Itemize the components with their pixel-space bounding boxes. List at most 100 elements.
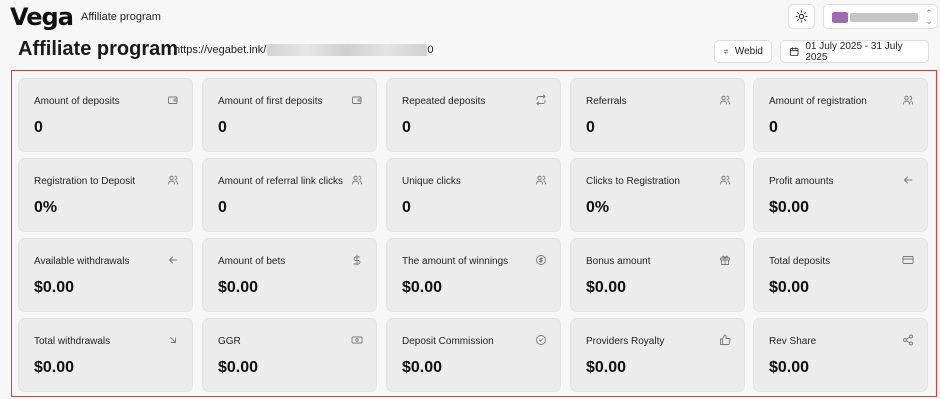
- stat-card-value: $0.00: [34, 359, 75, 376]
- stat-card-label: Unique clicks: [402, 176, 461, 187]
- users-icon: [719, 173, 731, 185]
- referral-link-redacted: [267, 44, 428, 56]
- referral-link-prefix: https://vegabet.ink/: [174, 44, 267, 56]
- stat-card-value: 0: [402, 199, 411, 216]
- stat-card: Profit amounts $0.00: [753, 158, 928, 232]
- referral-link-suffix: 0: [427, 44, 434, 56]
- stat-card-label: Total deposits: [769, 256, 831, 267]
- vega-logo[interactable]: Vega: [10, 3, 74, 31]
- stat-card-value: 0%: [586, 199, 610, 216]
- stat-card-value: 0: [218, 119, 227, 136]
- top-bar: Vega Affiliate program ⌃ ⌄: [0, 0, 940, 36]
- thumbs-up-icon: [719, 333, 731, 345]
- stat-card: Amount of registration 0: [753, 78, 928, 152]
- date-range-button[interactable]: 01 July 2025 - 31 July 2025: [780, 40, 929, 63]
- users-icon: [167, 173, 179, 185]
- arrow-left-icon: [902, 173, 914, 185]
- stat-card-value: 0: [34, 119, 43, 136]
- stat-card-value: $0.00: [402, 279, 443, 296]
- stat-card-label: Amount of registration: [769, 96, 867, 107]
- stat-card-label: Providers Royalty: [586, 336, 665, 347]
- stat-card-label: Registration to Deposit: [34, 176, 136, 187]
- share-icon: [902, 333, 914, 346]
- stat-card: Rev Share $0.00: [753, 318, 928, 392]
- stat-card-value: $0.00: [769, 279, 810, 296]
- stat-card: Providers Royalty $0.00: [570, 318, 745, 392]
- dollar-icon: [351, 253, 363, 266]
- stat-card-value: 0: [402, 119, 411, 136]
- stat-card: Total withdrawals $0.00: [18, 318, 193, 392]
- banknote-icon: [351, 333, 363, 345]
- badge-check-icon: [535, 333, 547, 345]
- stat-card-label: Bonus amount: [586, 256, 651, 267]
- stat-card: Registration to Deposit 0%: [18, 158, 193, 232]
- stat-card-value: $0.00: [218, 279, 259, 296]
- stat-card: GGR $0.00: [202, 318, 377, 392]
- webid-filter-button[interactable]: Webid: [714, 40, 772, 63]
- stat-card-label: The amount of winnings: [402, 256, 509, 267]
- users-icon: [719, 93, 731, 105]
- dollar-circle-icon: [535, 253, 547, 265]
- stat-card-value: $0.00: [218, 359, 259, 376]
- stat-card-label: Amount of bets: [218, 256, 286, 267]
- sliders-icon: [723, 49, 729, 54]
- stat-card-value: $0.00: [34, 279, 75, 296]
- users-icon: [902, 93, 914, 105]
- stat-card-value: $0.00: [586, 359, 627, 376]
- stat-card-label: Amount of referral link clicks: [218, 176, 344, 187]
- stat-card-value: 0: [218, 199, 227, 216]
- stat-card: Bonus amount $0.00: [570, 238, 745, 312]
- stat-card-value: $0.00: [769, 359, 810, 376]
- stat-card-label: Amount of deposits: [34, 96, 120, 107]
- stat-card: Amount of referral link clicks 0: [202, 158, 377, 232]
- stat-card: Unique clicks 0: [386, 158, 561, 232]
- stat-card-value: $0.00: [586, 279, 627, 296]
- stat-card-label: Profit amounts: [769, 176, 834, 187]
- stat-card-label: Available withdrawals: [34, 256, 130, 267]
- stat-card: Available withdrawals $0.00: [18, 238, 193, 312]
- stat-card: Amount of deposits 0: [18, 78, 193, 152]
- stat-card-label: Rev Share: [769, 336, 817, 347]
- webid-label: Webid: [734, 46, 763, 57]
- avatar: [832, 12, 848, 23]
- card-icon: [902, 253, 914, 265]
- date-range-label: 01 July 2025 - 31 July 2025: [805, 40, 903, 63]
- stat-card: Deposit Commission $0.00: [386, 318, 561, 392]
- stat-card-label: Clicks to Registration: [586, 176, 680, 187]
- sun-icon: [795, 10, 808, 23]
- users-icon: [351, 173, 363, 185]
- account-name-redacted: [850, 13, 918, 22]
- repeat-icon: [535, 93, 547, 106]
- chevron-up-down-icon: ⌃ ⌄: [925, 8, 933, 26]
- stat-card-label: Total withdrawals: [34, 336, 111, 347]
- stat-card: Amount of bets $0.00: [202, 238, 377, 312]
- users-icon: [535, 173, 547, 185]
- account-select[interactable]: ⌃ ⌄: [823, 4, 938, 29]
- stat-card-value: 0: [769, 119, 778, 136]
- stat-card-value: $0.00: [402, 359, 443, 376]
- page-title: Affiliate program: [18, 38, 179, 60]
- wallet-icon: [167, 93, 179, 105]
- wallet-icon: [351, 93, 363, 105]
- stat-card-label: Deposit Commission: [402, 336, 494, 347]
- stat-card-value: 0: [586, 119, 595, 136]
- stat-card: Repeated deposits 0: [386, 78, 561, 152]
- stat-card: Referrals 0: [570, 78, 745, 152]
- stat-card-label: Repeated deposits: [402, 96, 486, 107]
- gift-icon: [719, 253, 731, 265]
- stat-card-label: Referrals: [586, 96, 627, 107]
- stat-card: Total deposits $0.00: [753, 238, 928, 312]
- stat-card-value: $0.00: [769, 199, 810, 216]
- arrow-left-icon: [167, 253, 179, 265]
- top-bar-title: Affiliate program: [81, 11, 161, 23]
- calendar-icon: [789, 47, 799, 56]
- stat-card: The amount of winnings $0.00: [386, 238, 561, 312]
- stat-card: Clicks to Registration 0%: [570, 158, 745, 232]
- stat-card-label: Amount of first deposits: [218, 96, 323, 107]
- stat-card: Amount of first deposits 0: [202, 78, 377, 152]
- referral-link[interactable]: https://vegabet.ink/ 0: [174, 44, 433, 56]
- stat-card-label: GGR: [218, 336, 241, 347]
- theme-toggle-button[interactable]: [788, 4, 815, 29]
- arrow-down-right-icon: [167, 333, 179, 345]
- stat-card-value: 0%: [34, 199, 58, 216]
